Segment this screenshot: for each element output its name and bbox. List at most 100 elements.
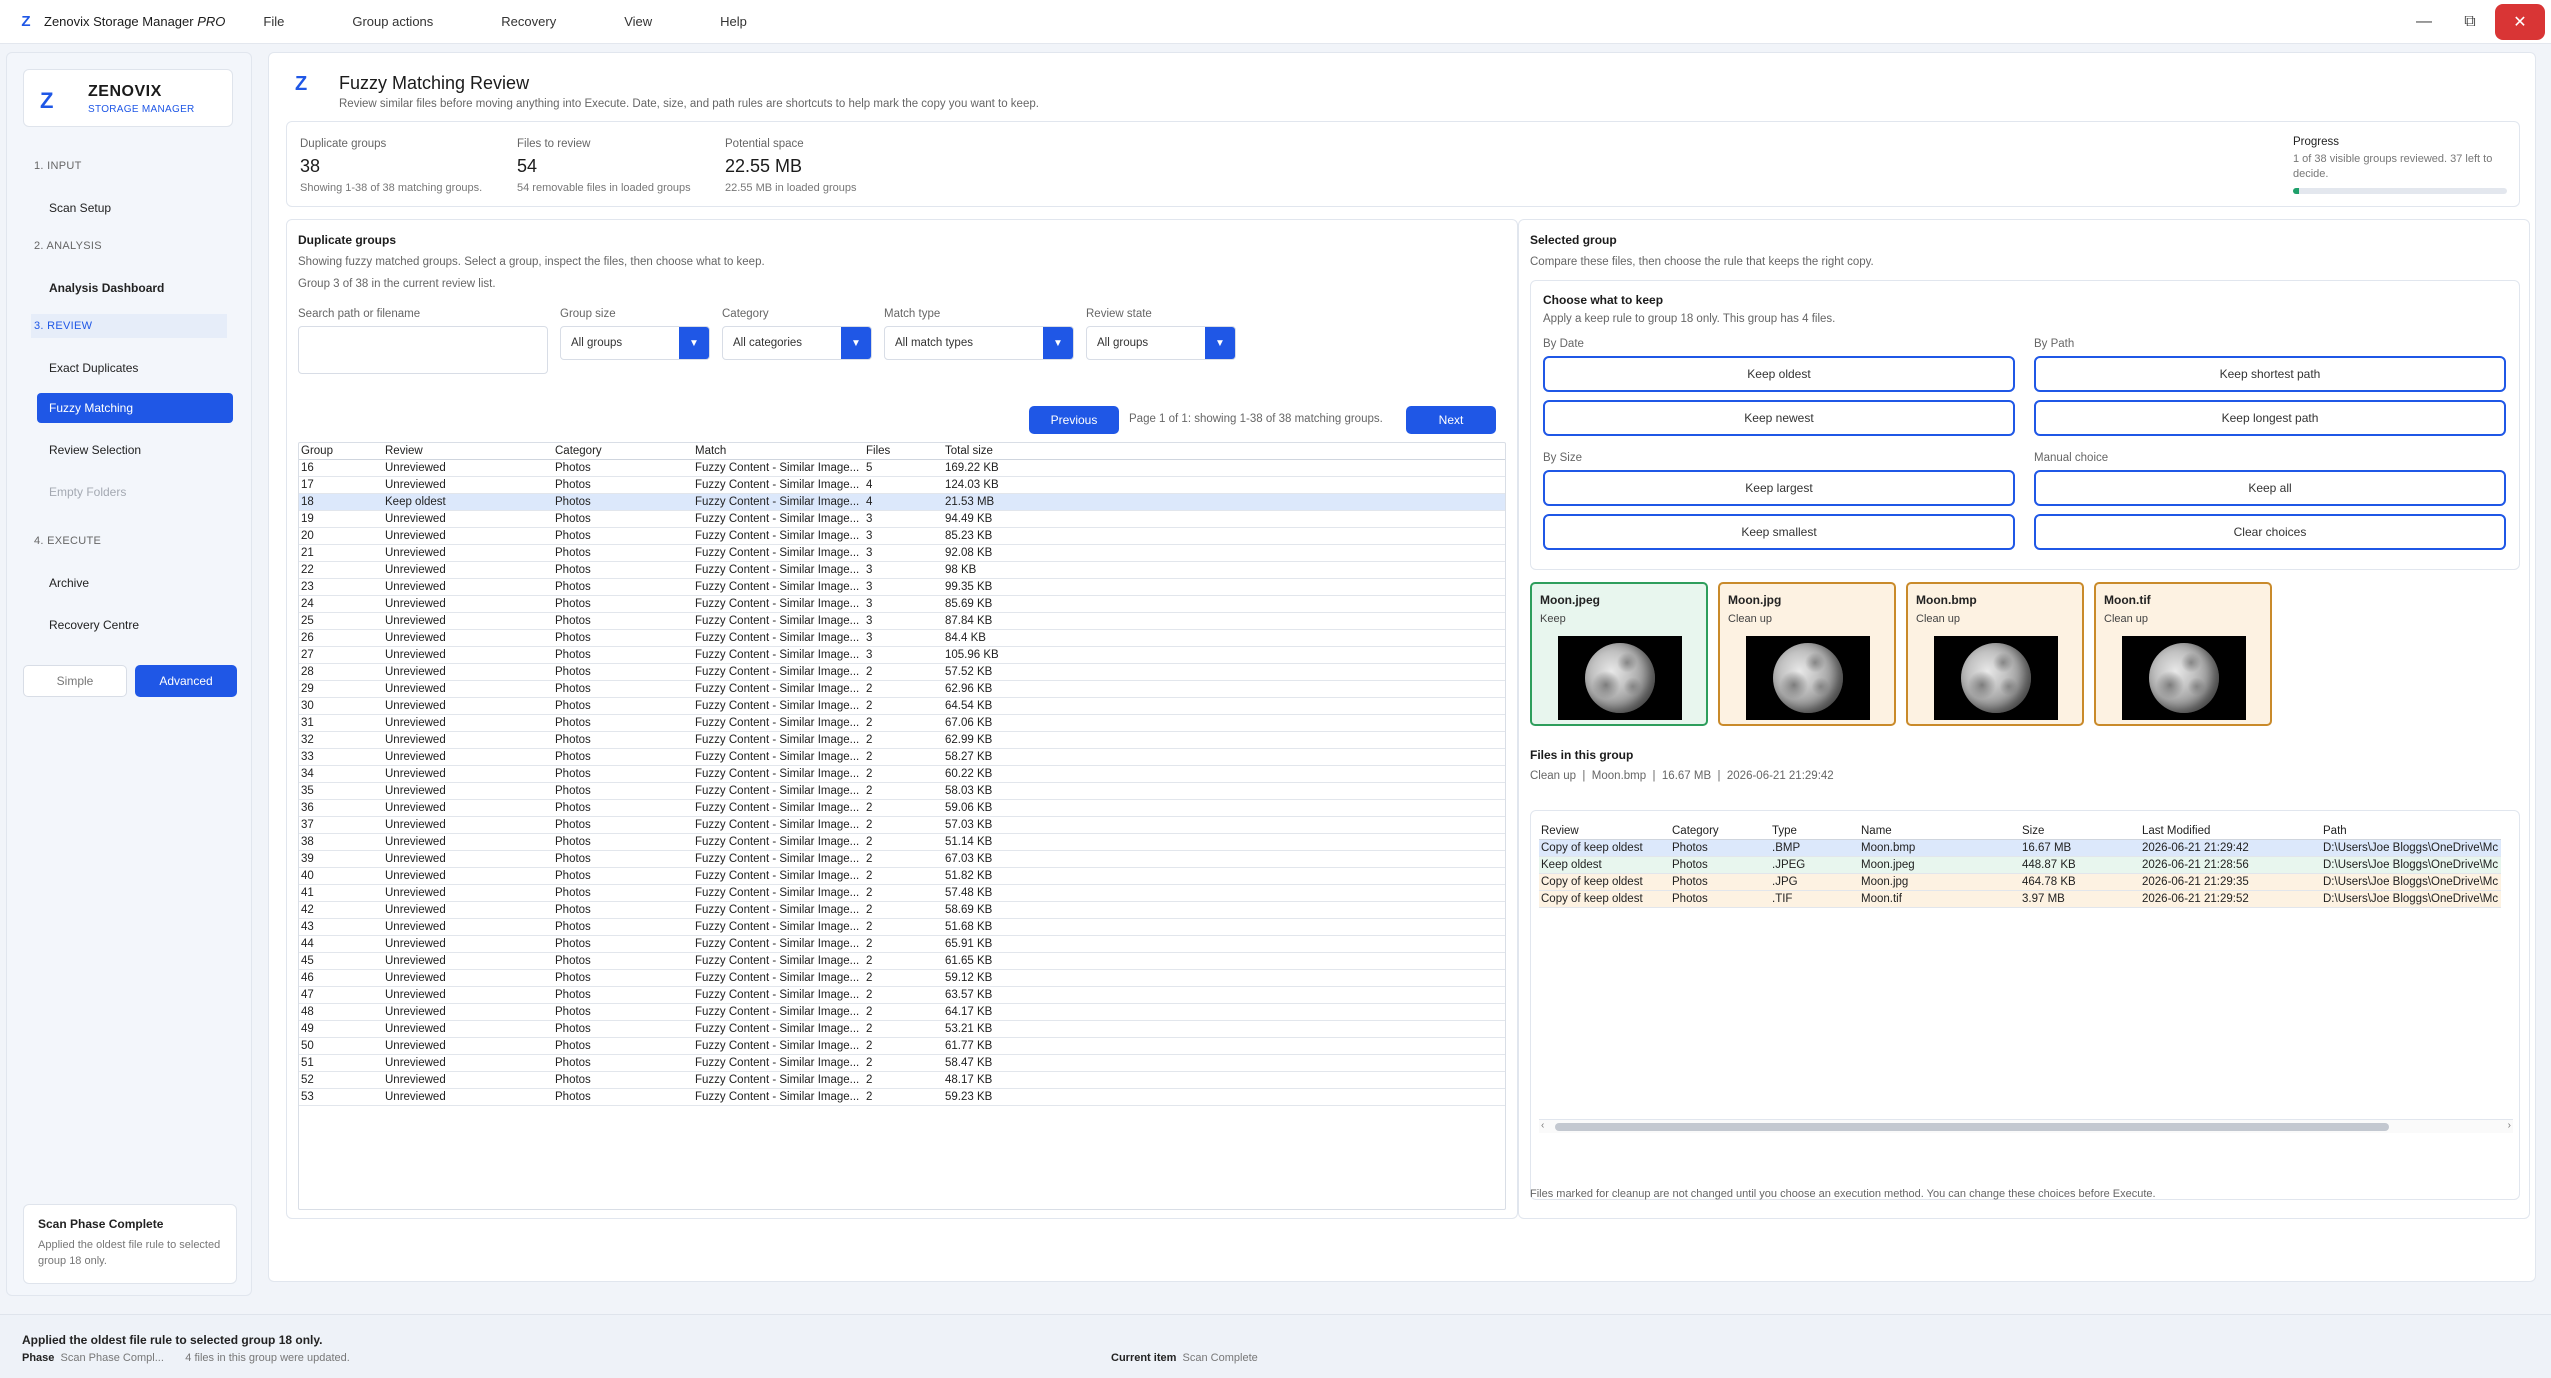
table-row[interactable]: 25 Unreviewed Photos Fuzzy Content - Simila… bbox=[299, 612, 1505, 630]
column-header-category[interactable]: Category bbox=[1670, 823, 1770, 840]
sidebar-item-archive[interactable]: Archive bbox=[37, 568, 233, 598]
menu-recovery[interactable]: Recovery bbox=[501, 14, 556, 29]
table-row[interactable]: 52 Unreviewed Photos Fuzzy Content - Simila… bbox=[299, 1071, 1505, 1089]
column-header-last-modified[interactable]: Last Modified bbox=[2140, 823, 2321, 840]
keep-smallest-button[interactable]: Keep smallest bbox=[1543, 514, 2015, 550]
table-row[interactable]: 38 Unreviewed Photos Fuzzy Content - Simila… bbox=[299, 833, 1505, 851]
scroll-left-icon[interactable]: ‹ bbox=[1541, 1120, 1544, 1131]
file-card-moon-tif[interactable]: Moon.tif Clean up bbox=[2094, 582, 2272, 726]
minimize-icon[interactable]: — bbox=[2401, 0, 2447, 44]
table-row[interactable]: 17 Unreviewed Photos Fuzzy Content - Simila… bbox=[299, 476, 1505, 494]
table-row[interactable]: 22 Unreviewed Photos Fuzzy Content - Simila… bbox=[299, 561, 1505, 579]
table-row[interactable]: 18 Keep oldest Photos Fuzzy Content - Simil… bbox=[299, 493, 1505, 511]
sidebar-item-analysis-dashboard[interactable]: Analysis Dashboard bbox=[37, 273, 233, 303]
column-header-size[interactable]: Size bbox=[2020, 823, 2140, 840]
table-row[interactable]: 32 Unreviewed Photos Fuzzy Content - Simila… bbox=[299, 731, 1505, 749]
advanced-mode-button[interactable]: Advanced bbox=[135, 665, 237, 697]
keep-largest-button[interactable]: Keep largest bbox=[1543, 470, 2015, 506]
table-row[interactable]: 28 Unreviewed Photos Fuzzy Content - Simila… bbox=[299, 663, 1505, 681]
file-row[interactable]: Copy of keep oldest Photos .TIF Moon.tif 3.9… bbox=[1539, 890, 2501, 908]
table-row[interactable]: 37 Unreviewed Photos Fuzzy Content - Simila… bbox=[299, 816, 1505, 834]
file-row[interactable]: Copy of keep oldest Photos .JPG Moon.jpg 464… bbox=[1539, 873, 2501, 891]
previous-button[interactable]: Previous bbox=[1029, 406, 1119, 434]
sidebar-item-exact-duplicates[interactable]: Exact Duplicates bbox=[37, 353, 233, 383]
table-row[interactable]: 36 Unreviewed Photos Fuzzy Content - Simila… bbox=[299, 799, 1505, 817]
table-row[interactable]: 42 Unreviewed Photos Fuzzy Content - Simila… bbox=[299, 901, 1505, 919]
category-select[interactable]: All categories ▼ bbox=[722, 326, 872, 360]
table-row[interactable]: 29 Unreviewed Photos Fuzzy Content - Simila… bbox=[299, 680, 1505, 698]
sidebar-item-fuzzy-matching[interactable]: Fuzzy Matching bbox=[37, 393, 233, 423]
table-row[interactable]: 44 Unreviewed Photos Fuzzy Content - Simila… bbox=[299, 935, 1505, 953]
table-row[interactable]: 30 Unreviewed Photos Fuzzy Content - Simila… bbox=[299, 697, 1505, 715]
group-size-select[interactable]: All groups ▼ bbox=[560, 326, 710, 360]
column-header-review[interactable]: Review bbox=[1539, 823, 1670, 840]
table-row[interactable]: 39 Unreviewed Photos Fuzzy Content - Simila… bbox=[299, 850, 1505, 868]
scroll-right-icon[interactable]: › bbox=[2508, 1120, 2511, 1131]
menu-help[interactable]: Help bbox=[720, 14, 747, 29]
sidebar-item-scan-setup[interactable]: Scan Setup bbox=[37, 193, 233, 223]
table-row[interactable]: 43 Unreviewed Photos Fuzzy Content - Simila… bbox=[299, 918, 1505, 936]
table-row[interactable]: 24 Unreviewed Photos Fuzzy Content - Simila… bbox=[299, 595, 1505, 613]
column-header-review[interactable]: Review bbox=[383, 443, 553, 460]
table-row[interactable]: 53 Unreviewed Photos Fuzzy Content - Simila… bbox=[299, 1088, 1505, 1106]
keep-newest-button[interactable]: Keep newest bbox=[1543, 400, 2015, 436]
keep-oldest-button[interactable]: Keep oldest bbox=[1543, 356, 2015, 392]
file-row[interactable]: Keep oldest Photos .JPEG Moon.jpeg 448.87 KB… bbox=[1539, 856, 2501, 874]
column-header-path[interactable]: Path bbox=[2321, 823, 2501, 840]
clear-choices-button[interactable]: Clear choices bbox=[2034, 514, 2506, 550]
table-row[interactable]: 20 Unreviewed Photos Fuzzy Content - Simila… bbox=[299, 527, 1505, 545]
table-row[interactable]: 47 Unreviewed Photos Fuzzy Content - Simila… bbox=[299, 986, 1505, 1004]
table-row[interactable]: 34 Unreviewed Photos Fuzzy Content - Simila… bbox=[299, 765, 1505, 783]
table-row[interactable]: 49 Unreviewed Photos Fuzzy Content - Simila… bbox=[299, 1020, 1505, 1038]
review-state-select[interactable]: All groups ▼ bbox=[1086, 326, 1236, 360]
next-button[interactable]: Next bbox=[1406, 406, 1496, 434]
file-card-moon-jpg[interactable]: Moon.jpg Clean up bbox=[1718, 582, 1896, 726]
table-cell: .JPEG bbox=[1770, 856, 1859, 874]
keep-longest-path-button[interactable]: Keep longest path bbox=[2034, 400, 2506, 436]
scrollbar-thumb[interactable] bbox=[1555, 1123, 2389, 1131]
column-header-group[interactable]: Group bbox=[299, 443, 383, 460]
keep-all-button[interactable]: Keep all bbox=[2034, 470, 2506, 506]
sidebar-item-empty-folders[interactable]: Empty Folders bbox=[37, 477, 233, 507]
column-header-name[interactable]: Name bbox=[1859, 823, 2020, 840]
simple-mode-button[interactable]: Simple bbox=[23, 665, 127, 697]
horizontal-scrollbar[interactable]: ‹ › bbox=[1539, 1119, 2513, 1133]
table-row[interactable]: 21 Unreviewed Photos Fuzzy Content - Simila… bbox=[299, 544, 1505, 562]
file-card-moon-bmp[interactable]: Moon.bmp Clean up bbox=[1906, 582, 2084, 726]
close-icon[interactable]: ✕ bbox=[2495, 4, 2545, 40]
keep-shortest-path-button[interactable]: Keep shortest path bbox=[2034, 356, 2506, 392]
sidebar-item-review-selection[interactable]: Review Selection bbox=[37, 435, 233, 465]
table-cell: Fuzzy Content - Similar Image... bbox=[693, 459, 864, 477]
column-header-type[interactable]: Type bbox=[1770, 823, 1859, 840]
table-row[interactable]: 45 Unreviewed Photos Fuzzy Content - Simila… bbox=[299, 952, 1505, 970]
file-row[interactable]: Copy of keep oldest Photos .BMP Moon.bmp 16.… bbox=[1539, 839, 2501, 857]
table-cell: 2 bbox=[864, 935, 943, 953]
column-header-files[interactable]: Files bbox=[864, 443, 943, 460]
column-header-category[interactable]: Category bbox=[553, 443, 693, 460]
table-row[interactable]: 46 Unreviewed Photos Fuzzy Content - Simila… bbox=[299, 969, 1505, 987]
table-row[interactable]: 35 Unreviewed Photos Fuzzy Content - Simila… bbox=[299, 782, 1505, 800]
table-row[interactable]: 31 Unreviewed Photos Fuzzy Content - Simila… bbox=[299, 714, 1505, 732]
table-row[interactable]: 50 Unreviewed Photos Fuzzy Content - Simila… bbox=[299, 1037, 1505, 1055]
column-header-match[interactable]: Match bbox=[693, 443, 864, 460]
column-header-total-size[interactable]: Total size bbox=[943, 443, 1505, 460]
match-type-select[interactable]: All match types ▼ bbox=[884, 326, 1074, 360]
menu-file[interactable]: File bbox=[263, 14, 284, 29]
table-row[interactable]: 48 Unreviewed Photos Fuzzy Content - Simila… bbox=[299, 1003, 1505, 1021]
menu-view[interactable]: View bbox=[624, 14, 652, 29]
table-row[interactable]: 23 Unreviewed Photos Fuzzy Content - Simila… bbox=[299, 578, 1505, 596]
table-row[interactable]: 40 Unreviewed Photos Fuzzy Content - Simila… bbox=[299, 867, 1505, 885]
table-row[interactable]: 41 Unreviewed Photos Fuzzy Content - Simila… bbox=[299, 884, 1505, 902]
menu-group-actions[interactable]: Group actions bbox=[352, 14, 433, 29]
restore-icon[interactable]: ⧉ bbox=[2447, 0, 2493, 44]
table-row[interactable]: 33 Unreviewed Photos Fuzzy Content - Simila… bbox=[299, 748, 1505, 766]
table-row[interactable]: 51 Unreviewed Photos Fuzzy Content - Simila… bbox=[299, 1054, 1505, 1072]
table-row[interactable]: 19 Unreviewed Photos Fuzzy Content - Simila… bbox=[299, 510, 1505, 528]
sidebar-item-recovery-centre[interactable]: Recovery Centre bbox=[37, 610, 233, 640]
selected-group-panel: Selected group Compare these files, then… bbox=[1518, 219, 2530, 1219]
table-row[interactable]: 27 Unreviewed Photos Fuzzy Content - Simila… bbox=[299, 646, 1505, 664]
table-row[interactable]: 26 Unreviewed Photos Fuzzy Content - Simila… bbox=[299, 629, 1505, 647]
table-row[interactable]: 16 Unreviewed Photos Fuzzy Content - Simila… bbox=[299, 459, 1505, 477]
file-card-moon-jpeg[interactable]: Moon.jpeg Keep bbox=[1530, 582, 1708, 726]
search-input[interactable] bbox=[298, 326, 548, 374]
